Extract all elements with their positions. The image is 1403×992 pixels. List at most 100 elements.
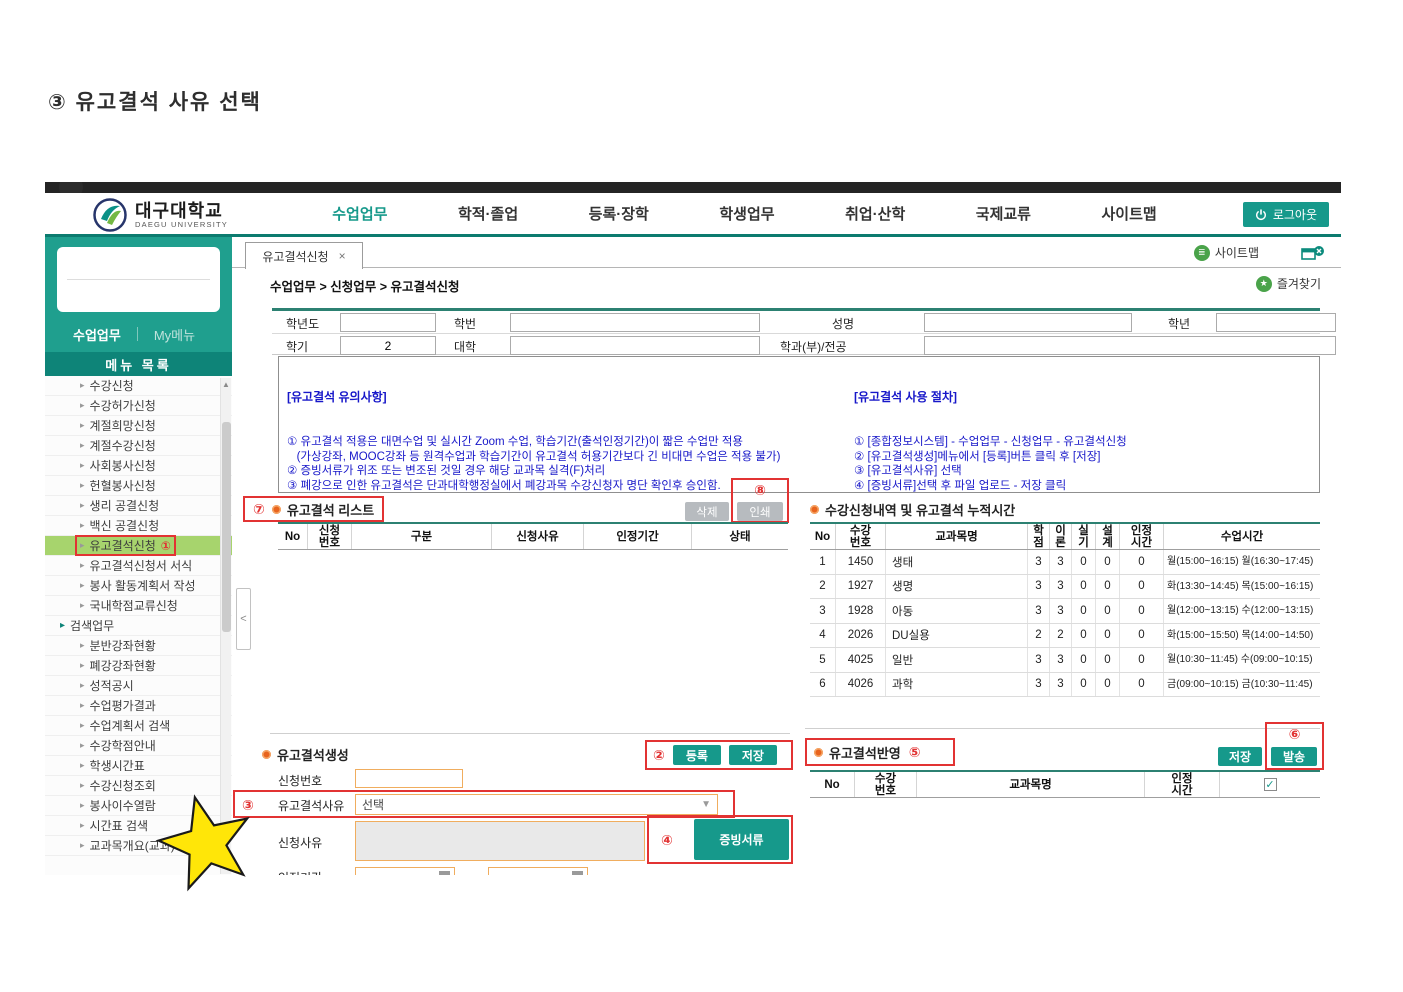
nav-item[interactable]: 학적·졸업 [458,203,518,224]
section-bullet-icon [814,747,823,757]
col-header: 실 기 [1072,524,1096,549]
calendar-icon[interactable] [572,871,583,875]
period-separator: ~ [468,870,475,875]
name-input[interactable] [924,313,1132,332]
col-header: 교과목명 [886,524,1028,549]
create-save-button[interactable]: 저장 [728,745,777,765]
arrow-icon: ▸ [80,660,85,670]
menu-item-label: 사회봉사신청 [89,459,156,473]
app-no-input[interactable] [355,769,463,788]
send-button[interactable]: 발송 [1271,747,1317,766]
period-label: 인정기간 [278,869,355,875]
create-buttons-box: ② 등록 저장 [645,740,793,770]
arrow-icon: ▸ [80,400,85,410]
nav-item[interactable]: 학생업무 [719,203,774,224]
sidebar-menu-item[interactable]: ▸ 백신 공결신청 [45,516,232,536]
select-all-checkbox[interactable]: ✓ [1263,778,1277,791]
period-end-input[interactable] [488,867,588,875]
col-header: No [810,524,836,549]
apply-reason-input[interactable] [355,821,645,861]
course-row[interactable]: 1 1450 생태 3 3 0 0 0 월(15:00~16:15) 월(16:… [810,550,1320,575]
course-row[interactable]: 6 4026 과학 3 3 0 0 0 금(09:00~10:15) 금(10:… [810,672,1320,697]
notice-line: ① [종합정보시스템] - 수업업무 - 신청업무 - 유고결석신청 [854,435,1127,448]
scroll-up-icon[interactable]: ▲ [221,378,231,391]
sidebar-menu-item[interactable]: ▸ 유고결석신청 ① [45,535,232,556]
favorites-shortcut[interactable]: ★ 즐겨찾기 [1255,275,1321,292]
logout-button[interactable]: 로그아웃 [1242,202,1329,227]
nav-item[interactable]: 취업·산학 [845,203,905,224]
sidebar-menu-item[interactable]: ▸ 사회봉사신청 [45,456,232,476]
absence-list-title: 유고결석 리스트 [286,502,375,518]
sidebar-menu-item[interactable]: ▸ 학생시간표 [45,756,232,776]
menu-item-label: 유고결석신청서 서식 [89,559,193,573]
menu-item-label: 봉사이수열람 [89,799,156,813]
period-start-input[interactable] [355,867,455,875]
year-input[interactable] [340,313,436,332]
nav-item[interactable]: 사이트맵 [1101,203,1156,224]
sidebar-menu-item[interactable]: ▸ 수강신청 [45,376,232,396]
menu-item-label: 검색업무 [70,619,115,633]
tab-close-icon[interactable]: × [339,249,346,263]
nav-item[interactable]: 수업업무 [332,203,387,224]
university-logo: 대구대학교 DAEGU UNIVERSITY [93,198,228,232]
sidebar-menu-item[interactable]: ▸ 폐강강좌현황 [45,656,232,676]
sidebar-menu-item[interactable]: ▸ 분반강좌현황 [45,636,232,656]
sidebar-menu-item[interactable]: ▸ 수업계획서 검색 [45,716,232,736]
sidebar-menu-item[interactable]: ▸ 성적공시 [45,676,232,696]
sidebar-tab-divider [136,327,138,341]
register-button[interactable]: 등록 [672,745,721,765]
student-info-form: 학년도 학번 성명 학년 학기 대학 학과(부)/전공 [272,308,1336,355]
semester-input[interactable] [340,336,436,355]
absence-list-table: No 신청 번호 구분 신청사유 인정기간 상태 [278,522,788,728]
sidebar-menu-item[interactable]: ▸ 수업평가결과 [45,696,232,716]
sidebar-menu-item[interactable]: ▸ 수강허가신청 [45,396,232,416]
sidebar-menu-item[interactable]: ▸ 수강학점안내 [45,736,232,756]
arrow-icon: ▸ [80,420,85,430]
sidebar-tab-mymenu[interactable]: My메뉴 [154,325,195,344]
section-bullet-icon [271,504,281,514]
page-root: ③ 유고결석 사유 선택 대구대학교 DAEGU UNIVERSITY 수업업무… [0,0,1403,992]
nav-item[interactable]: 등록·장학 [589,203,649,224]
field-label-studentno: 학번 [454,317,477,331]
field-label-year: 학년도 [286,317,320,331]
sidebar-menu-item[interactable]: ▸ 계절수강신청 [45,436,232,456]
page-tab[interactable]: 유고결석신청 × [245,242,363,269]
course-row[interactable]: 4 2026 DU실용 2 2 0 0 0 화(15:00~15:50) 목(1… [810,623,1320,648]
menu-item-label: 국내학점교류신청 [89,599,178,613]
course-row[interactable]: 3 1928 아동 3 3 0 0 0 월(12:00~13:15) 수(12:… [810,599,1320,624]
print-button[interactable]: 인쇄 [737,502,783,521]
nav-item[interactable]: 국제교류 [976,203,1031,224]
sidebar-search-box[interactable] [57,247,220,312]
field-label-major: 학과(부)/전공 [780,340,847,354]
course-row[interactable]: 5 4025 일반 3 3 0 0 0 월(10:30~11:45) 수(09:… [810,648,1320,673]
delete-button[interactable]: 삭제 [685,502,729,521]
reason-select[interactable]: 선택 ▼ [355,794,718,815]
col-header: 학 점 [1028,524,1050,549]
col-header: 교과목명 [917,772,1145,797]
sidebar-menu-item[interactable]: ▸ 계절희망신청 [45,416,232,436]
arrow-icon: ▸ [80,440,85,450]
sidebar-menu-item[interactable]: ▸ 검색업무 [45,616,232,636]
scrollbar-thumb[interactable] [222,422,231,632]
sitemap-shortcut[interactable]: ≣ 사이트맵 [1193,244,1259,261]
major-input[interactable] [924,336,1336,355]
sidebar-menu-item[interactable]: ▸ 봉사 활동계획서 작성 [45,576,232,596]
notice-box: [유고결석 유의사항] ① 유고결석 적용은 대면수업 및 실시간 Zoom 수… [278,356,1320,493]
sidebar-menu-item[interactable]: ▸ 생리 공결신청 [45,496,232,516]
calendar-icon[interactable] [439,871,450,875]
college-input[interactable] [510,336,760,355]
sidebar-menu-item[interactable]: ▸ 헌혈봉사신청 [45,476,232,496]
reflect-save-button[interactable]: 저장 [1218,747,1262,766]
arrow-icon: ▸ [80,820,85,830]
course-row[interactable]: 2 1927 생명 3 3 0 0 0 화(13:30~14:45) 목(15:… [810,574,1320,599]
grade-input[interactable] [1216,313,1336,332]
sidebar-tab-courses[interactable]: 수업업무 [73,325,121,344]
sidebar-menu-item[interactable]: ▸ 국내학점교류신청 [45,596,232,616]
collapse-handle[interactable]: < [236,588,251,650]
arrow-icon: ▸ [80,460,85,470]
close-all-windows-icon[interactable] [1301,245,1325,261]
col-header: 인정 시간 [1120,524,1164,549]
docs-button[interactable]: 증빙서류 [694,819,789,860]
student-no-input[interactable] [510,313,760,332]
sidebar-menu-item[interactable]: ▸ 유고결석신청서 서식 [45,556,232,576]
